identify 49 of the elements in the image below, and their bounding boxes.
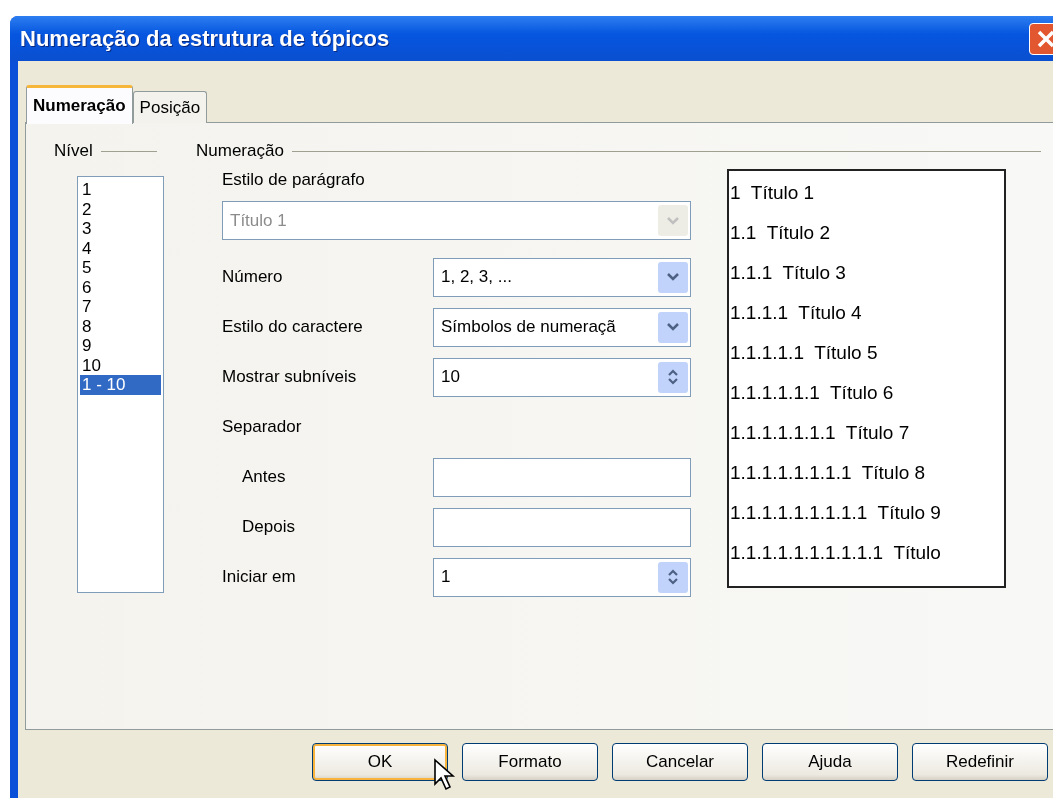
- dropdown[interactable]: Símbolos de numeraçã: [433, 307, 691, 347]
- level-item[interactable]: 7: [80, 297, 161, 317]
- level-item[interactable]: 8: [80, 316, 161, 336]
- level-item[interactable]: 1: [80, 180, 161, 200]
- preview-line: 1.1.1.1.1.1.1.1.1.1 Título: [730, 541, 942, 565]
- field-label: Iniciar em: [222, 566, 296, 588]
- field-label: Estilo de parágrafo: [222, 169, 366, 191]
- level-item[interactable]: 1 - 10: [80, 375, 161, 395]
- level-item[interactable]: 4: [80, 238, 161, 258]
- field-label: Número: [222, 266, 283, 288]
- dialog-button[interactable]: OK: [312, 743, 448, 781]
- field-label: Antes: [241, 466, 286, 488]
- level-item[interactable]: 9: [80, 336, 161, 356]
- spin-field[interactable]: 10: [433, 357, 691, 397]
- dialog-button[interactable]: Formato: [462, 743, 598, 781]
- input-field[interactable]: [433, 457, 691, 497]
- field-label: Separador: [222, 416, 302, 438]
- spin-arrows-icon: [658, 361, 688, 393]
- preview-line: 1.1.1.1.1.1.1 Título 7: [730, 421, 911, 445]
- field-label: Mostrar subníveis: [222, 366, 357, 388]
- preview-line: 1.1.1.1.1 Título 5: [730, 341, 879, 365]
- preview-line: 1.1.1 Título 3: [730, 261, 847, 285]
- dialog-button[interactable]: Ajuda: [762, 743, 898, 781]
- input-field[interactable]: [433, 507, 691, 547]
- level-item[interactable]: 10: [80, 355, 161, 375]
- mouse-pointer-icon: [433, 758, 457, 792]
- dialog-button[interactable]: Redefinir: [912, 743, 1048, 781]
- window-title: Numeração da estrutura de tópicos: [20, 25, 390, 52]
- preview-line: 1 Título 1: [730, 181, 816, 205]
- dialog-button[interactable]: Cancelar: [612, 743, 748, 781]
- preview-line: 1.1.1.1.1.1.1.1.1 Título 9: [730, 501, 942, 525]
- field-label: Estilo do caractere: [222, 316, 363, 338]
- group-label: Nível: [54, 141, 93, 161]
- preview-line: 1.1.1.1.1.1 Título 6: [730, 381, 895, 405]
- spin-field[interactable]: 1: [433, 557, 691, 597]
- level-item[interactable]: 3: [80, 219, 161, 239]
- level-item[interactable]: 5: [80, 258, 161, 278]
- field-label: Depois: [241, 516, 295, 538]
- preview-line: 1.1 Título 2: [730, 221, 831, 245]
- dropdown[interactable]: 1, 2, 3, ...: [433, 257, 691, 297]
- spin-arrows-icon: [658, 561, 688, 593]
- preview-line: 1.1.1.1 Título 4: [730, 301, 863, 325]
- tab[interactable]: Numeração: [26, 85, 133, 124]
- tab[interactable]: Posição: [132, 91, 208, 123]
- level-item[interactable]: 2: [80, 199, 161, 219]
- level-item[interactable]: 6: [80, 277, 161, 297]
- preview-line: 1.1.1.1.1.1.1.1 Título 8: [730, 461, 927, 485]
- close-button[interactable]: [1029, 22, 1053, 55]
- group-label: Numeração: [196, 141, 284, 161]
